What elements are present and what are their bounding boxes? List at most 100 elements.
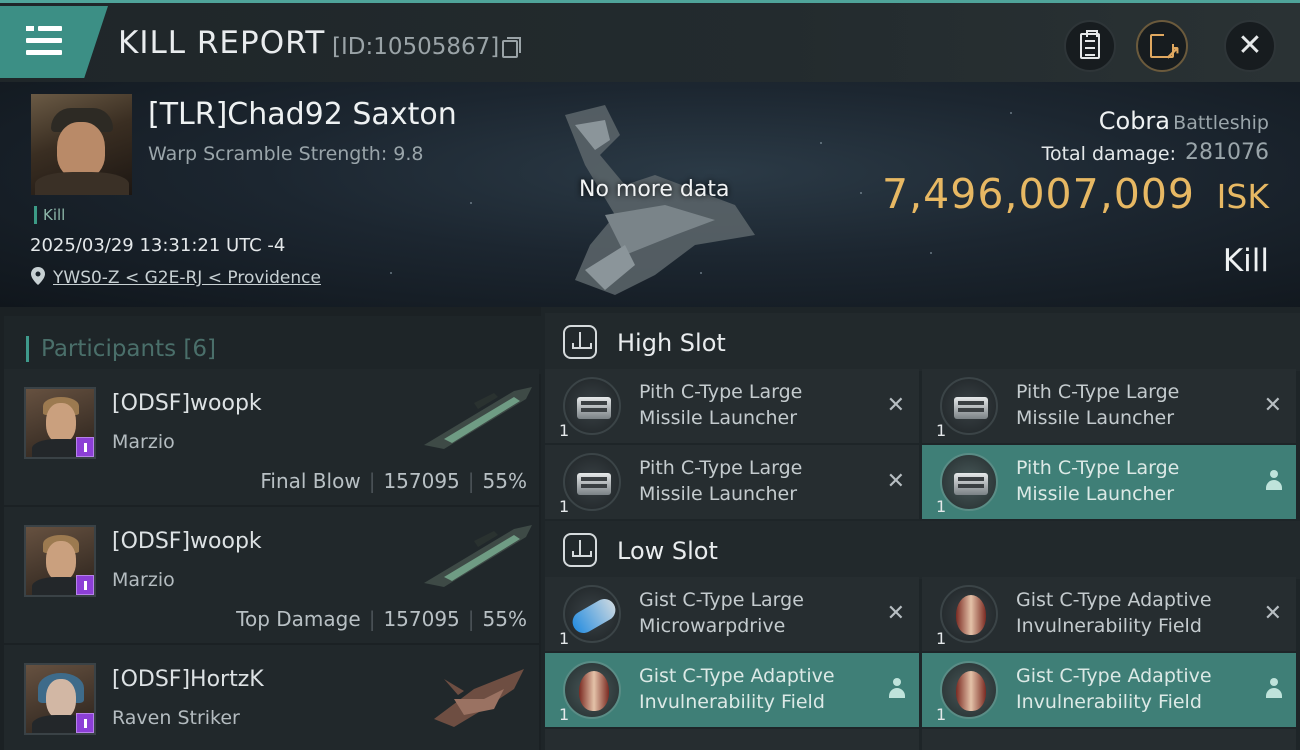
module-name-line2: Invulnerability Field [1016,691,1202,713]
top-bar: KILL REPORT [ID:10505867] ↗ ✕ [0,0,1300,82]
participant-percent: 55% [482,469,527,493]
participants-panel: Participants [6] [ODSF]woopk Marzio Fina… [0,307,541,750]
close-icon: ✕ [1237,28,1263,63]
location-link[interactable]: YWS0-Z < G2E-RJ < Providence [53,268,321,288]
fitting-panel: High Slot 1 Pith C-Type Large Missile Lau… [541,307,1300,750]
participant-name: [ODSF]woopk [112,391,262,416]
hamburger-menu-icon [26,26,62,56]
total-damage-value: 281076 [1185,140,1269,165]
module-name-line1: Pith C-Type Large [639,457,803,479]
fitted-module-partial[interactable] [545,729,919,750]
participant-stats: Final Blow | 157095 | 55% [260,469,527,493]
fitted-module[interactable]: 1 Pith C-Type Large Missile Launcher ✕ [545,445,919,519]
module-quantity: 1 [559,705,570,724]
invulnerability-field-icon [940,585,998,643]
rank-badge-icon [76,437,94,457]
participant-row[interactable]: [ODSF]woopk Marzio Final Blow | 157095 | 55% [4,369,539,505]
destroyed-icon: ✕ [886,601,905,626]
destroyed-icon: ✕ [886,469,905,494]
dropped-person-icon [1266,678,1282,700]
module-quantity: 1 [936,629,947,648]
module-name-line2: Missile Launcher [1016,483,1175,505]
rank-badge-icon [76,713,94,733]
fitted-module-partial[interactable] [922,729,1296,750]
close-button[interactable]: ✕ [1224,20,1276,72]
participant-ship-image [424,387,532,449]
ship-name[interactable]: Cobra [1099,107,1170,135]
isk-value: 7,496,007,009 [882,170,1195,218]
rank-badge-icon [76,575,94,595]
report-id: [ID:10505867] [332,34,500,60]
participant-role: Final Blow [260,469,361,493]
menu-button[interactable] [0,6,108,78]
dropped-person-icon [889,678,905,700]
dropped-person-icon [1266,470,1282,492]
missile-launcher-icon [940,377,998,435]
warp-scramble-strength: Warp Scramble Strength: 9.8 [148,143,424,165]
fitted-module[interactable]: 1 Pith C-Type Large Missile Launcher ✕ [545,369,919,443]
participant-row[interactable]: [ODSF]woopk Marzio Top Damage | 157095 | 55% [4,507,539,643]
fitted-module[interactable]: 1 Gist C-Type Large Microwarpdrive ✕ [545,577,919,651]
share-button[interactable]: ↗ [1136,20,1188,72]
microwarpdrive-icon [563,585,621,643]
module-name-line2: Invulnerability Field [639,691,825,713]
module-name-line1: Gist C-Type Adaptive [639,665,835,687]
module-name-line2: Missile Launcher [639,407,798,429]
participants-header: Participants [6] [4,316,541,374]
module-name: Pith C-Type Large Missile Launcher [639,379,879,431]
module-name-line1: Pith C-Type Large [1016,381,1180,403]
result-label: Kill [1222,243,1269,279]
participant-damage: 157095 [383,607,460,631]
ship-overlay-text: No more data [579,177,730,202]
missile-launcher-icon [563,377,621,435]
module-quantity: 1 [559,629,570,648]
participants-title: Participants [6] [26,336,216,362]
module-name: Pith C-Type Large Missile Launcher [1016,379,1256,431]
invulnerability-field-icon [563,661,621,719]
participant-ship-image [424,525,532,587]
module-name-line2: Missile Launcher [1016,407,1175,429]
clipboard-button[interactable] [1064,20,1116,72]
participant-percent: 55% [482,607,527,631]
participants-title-label: Participants [41,336,177,362]
module-name-line1: Pith C-Type Large [1016,457,1180,479]
missile-launcher-icon [563,453,621,511]
destroyed-icon: ✕ [1263,601,1282,626]
module-name-line2: Invulnerability Field [1016,615,1202,637]
low-slot-header: Low Slot [545,521,1300,579]
module-name-line2: Missile Launcher [639,483,798,505]
module-name-line1: Gist C-Type Adaptive [1016,665,1212,687]
module-quantity: 1 [559,421,570,440]
victim-name[interactable]: [TLR]Chad92 Saxton [148,97,457,132]
participant-ship-image [434,669,524,727]
module-name-line2: Microwarpdrive [639,615,786,637]
destroyed-icon: ✕ [1263,393,1282,418]
module-name: Gist C-Type Adaptive Invulnerability Fiel… [639,663,879,715]
fitted-module[interactable]: 1 Gist C-Type Adaptive Invulnerability Fi… [922,653,1296,727]
share-icon: ↗ [1150,34,1181,65]
high-slot-label: High Slot [617,329,726,357]
invulnerability-field-icon [940,661,998,719]
participant-role: Top Damage [236,607,361,631]
fitted-module[interactable]: 1 Gist C-Type Adaptive Invulnerability Fi… [545,653,919,727]
module-quantity: 1 [559,497,570,516]
participant-row[interactable]: [ODSF]HortzK Raven Striker [4,645,539,750]
module-name-line1: Gist C-Type Large [639,589,804,611]
module-name: Pith C-Type Large Missile Launcher [639,455,879,507]
missile-launcher-icon [940,453,998,511]
module-name: Gist C-Type Large Microwarpdrive [639,587,879,639]
copy-icon[interactable] [502,37,521,58]
page-title: KILL REPORT [118,25,326,61]
fitted-module[interactable]: 1 Pith C-Type Large Missile Launcher [922,445,1296,519]
participant-stats: Top Damage | 157095 | 55% [236,607,527,631]
module-name-line1: Gist C-Type Adaptive [1016,589,1212,611]
total-damage-label: Total damage: [1041,143,1176,165]
victim-avatar[interactable] [31,94,132,195]
kill-tag: Kill [34,206,65,224]
fitted-module[interactable]: 1 Gist C-Type Adaptive Invulnerability Fi… [922,577,1296,651]
module-quantity: 1 [936,705,947,724]
module-quantity: 1 [936,497,947,516]
module-quantity: 1 [936,421,947,440]
fitted-module[interactable]: 1 Pith C-Type Large Missile Launcher ✕ [922,369,1296,443]
module-name-line1: Pith C-Type Large [639,381,803,403]
